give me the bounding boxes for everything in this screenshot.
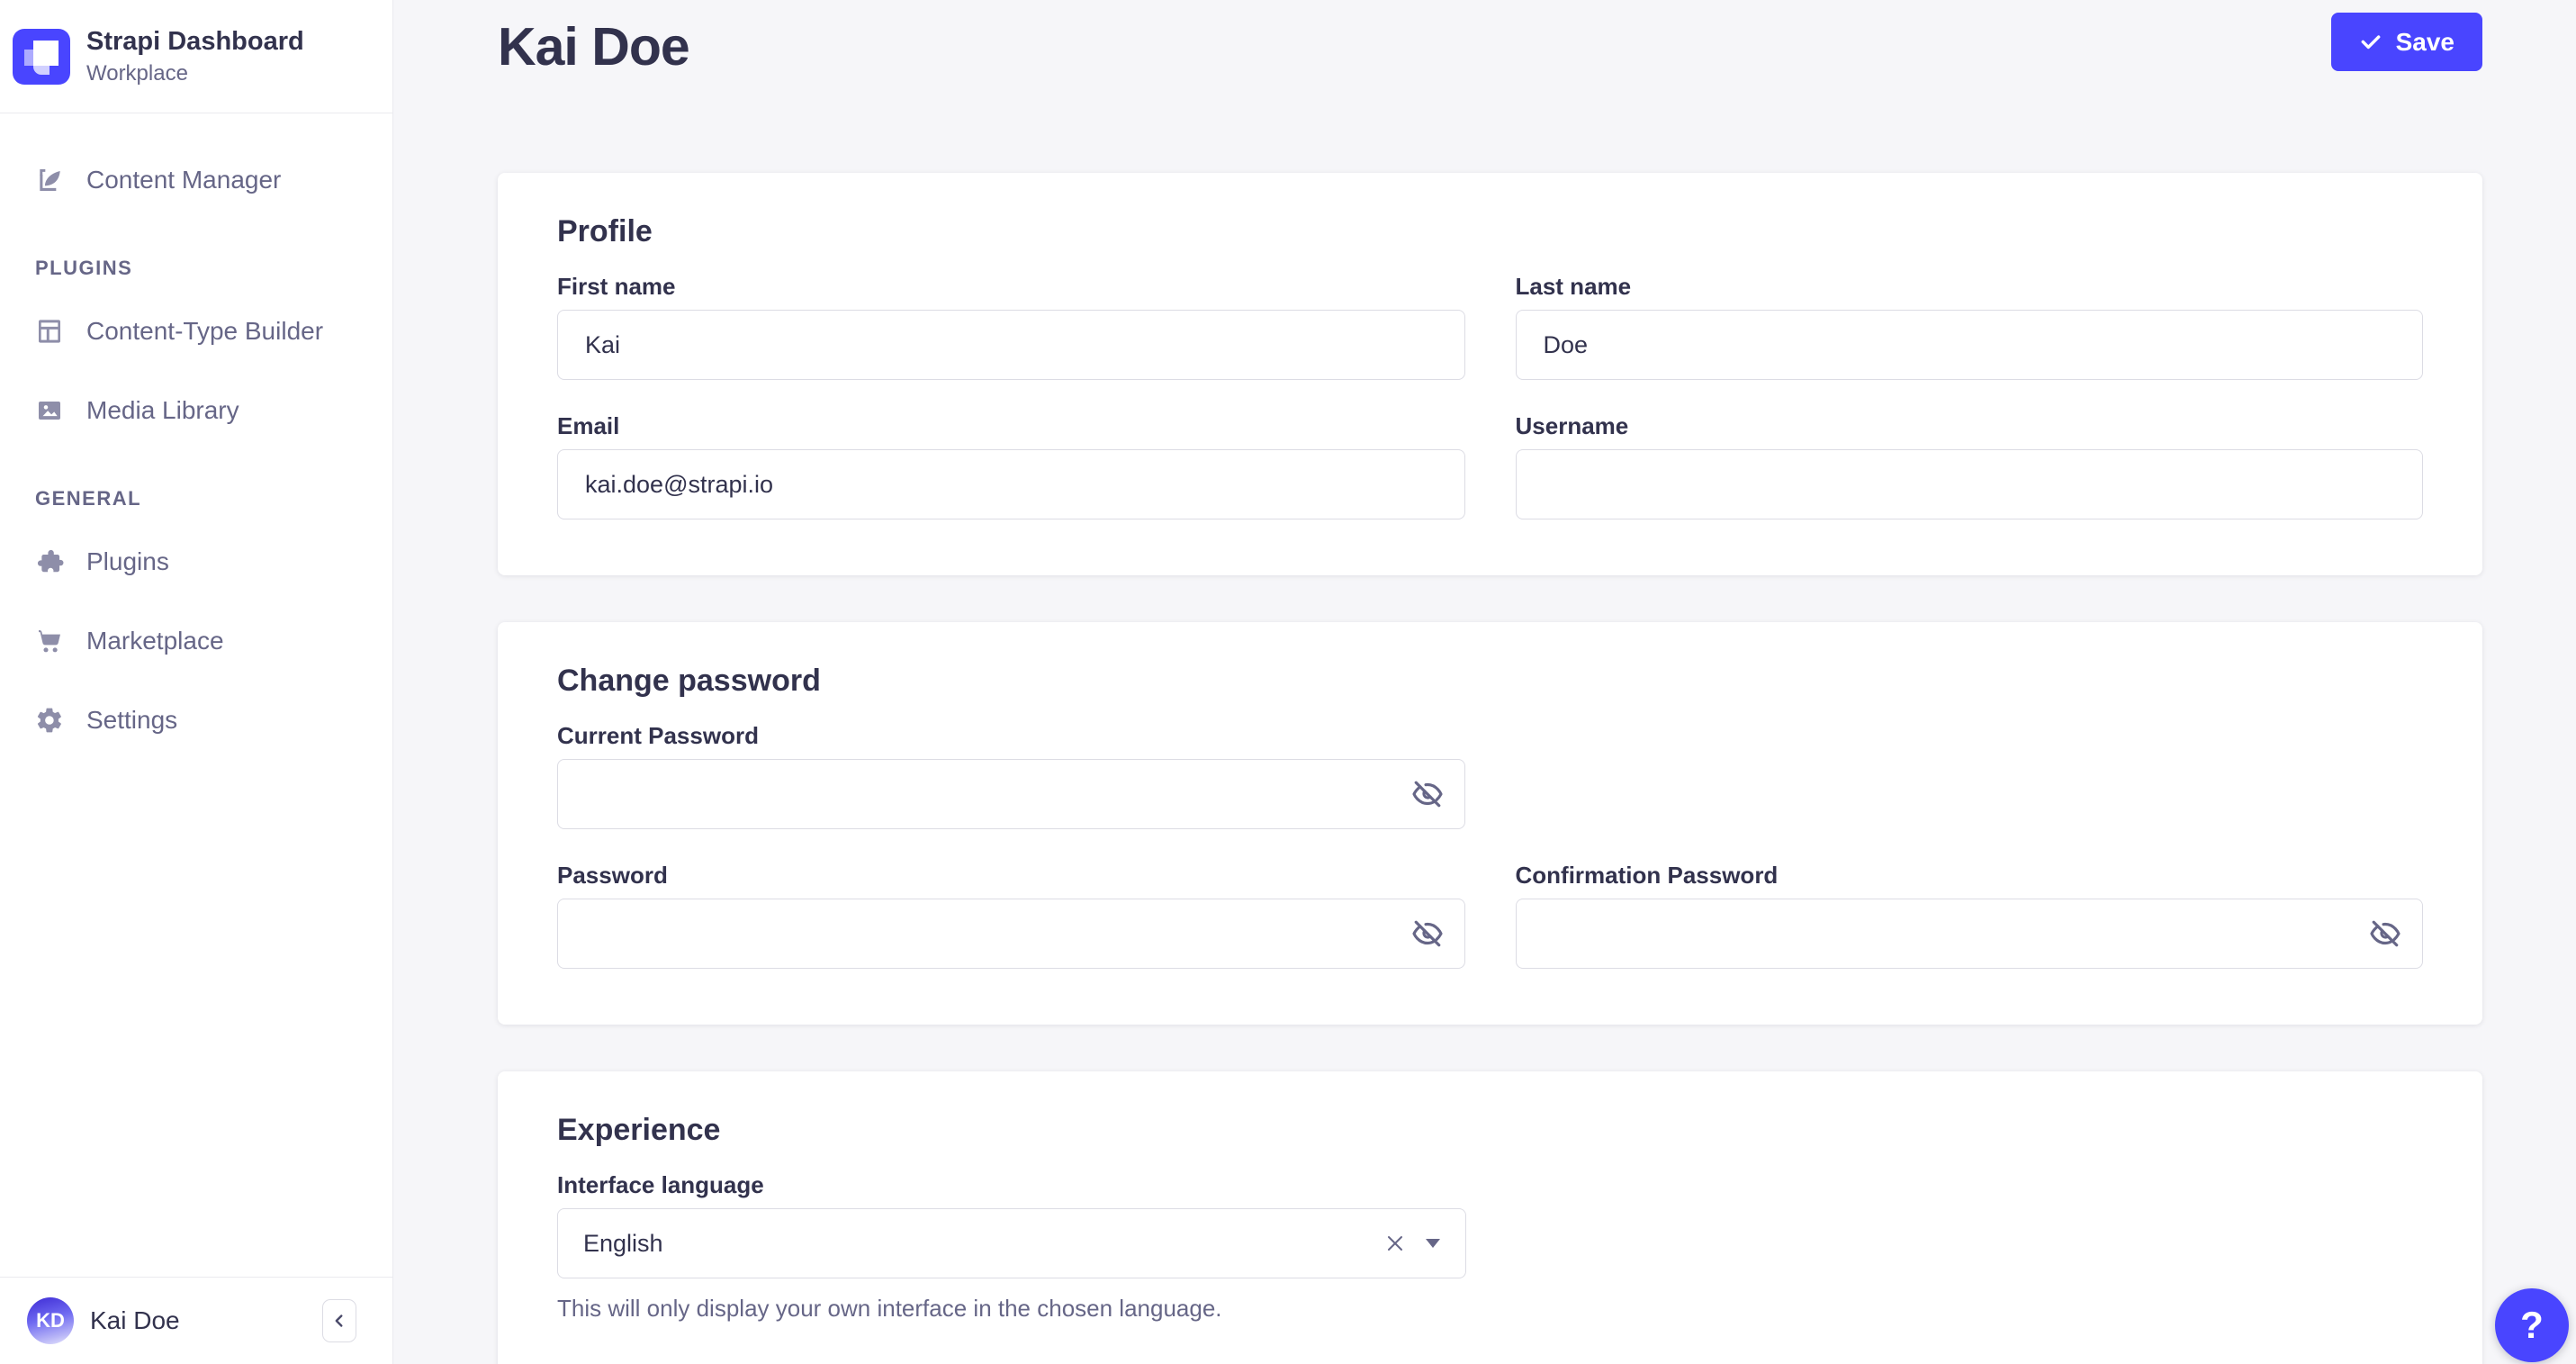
experience-card-title: Experience: [557, 1113, 2423, 1148]
profile-card: Profile First name Last name Email: [498, 173, 2482, 575]
experience-card: Experience Interface language English: [498, 1071, 2482, 1364]
new-password-label: Password: [557, 862, 1465, 890]
puzzle-icon: [35, 547, 64, 576]
chevron-left-icon: [329, 1311, 349, 1331]
first-name-label: First name: [557, 273, 1465, 301]
main-content: Kai Doe Save Profile First name: [393, 0, 2576, 1364]
username-input[interactable]: [1516, 449, 2424, 519]
interface-language-label: Interface language: [557, 1171, 1466, 1199]
sidebar-nav: Content Manager PLUGINS Content-Type Bui…: [0, 113, 392, 1277]
interface-language-helper: This will only display your own interfac…: [557, 1295, 1466, 1323]
layout-icon: [35, 317, 64, 346]
collapse-sidebar-button[interactable]: [322, 1299, 356, 1342]
page-header: Kai Doe Save: [498, 0, 2482, 77]
profile-card-title: Profile: [557, 214, 2423, 249]
save-button-label: Save: [2396, 28, 2454, 57]
sidebar-item-settings[interactable]: Settings: [0, 686, 392, 754]
interface-language-value: English: [583, 1230, 663, 1258]
email-label: Email: [557, 412, 1465, 440]
first-name-input[interactable]: [557, 310, 1465, 380]
interface-language-field: Interface language English This: [557, 1171, 1466, 1323]
sidebar-item-media-library[interactable]: Media Library: [0, 376, 392, 445]
last-name-label: Last name: [1516, 273, 2424, 301]
username-field: Username: [1516, 412, 2424, 519]
sidebar-item-plugins[interactable]: Plugins: [0, 528, 392, 596]
change-password-card-title: Change password: [557, 664, 2423, 699]
current-password-label: Current Password: [557, 722, 1465, 750]
sidebar-user-row: KD Kai Doe: [0, 1277, 392, 1364]
avatar[interactable]: KD: [27, 1297, 74, 1344]
new-password-input[interactable]: [557, 899, 1465, 969]
username-label: Username: [1516, 412, 2424, 440]
sidebar-item-content-type-builder[interactable]: Content-Type Builder: [0, 297, 392, 366]
last-name-field: Last name: [1516, 273, 2424, 380]
chevron-down-icon[interactable]: [1426, 1239, 1440, 1248]
edit-icon: [35, 166, 64, 194]
change-password-card: Change password Current Password: [498, 622, 2482, 1025]
clear-x-icon[interactable]: [1384, 1233, 1406, 1254]
strapi-logo-icon: [13, 29, 70, 85]
interface-language-select[interactable]: English: [557, 1208, 1466, 1278]
email-input[interactable]: [557, 449, 1465, 519]
confirm-password-input[interactable]: [1516, 899, 2424, 969]
sidebar-item-marketplace[interactable]: Marketplace: [0, 607, 392, 675]
sidebar-item-label: Content-Type Builder: [86, 317, 323, 346]
current-password-field: Current Password: [557, 722, 1465, 829]
eye-off-icon: [2369, 917, 2401, 950]
cart-icon: [35, 627, 64, 655]
toggle-password-visibility-button[interactable]: [2367, 916, 2403, 952]
brand[interactable]: Strapi Dashboard Workplace: [0, 0, 392, 113]
new-password-field: Password: [557, 862, 1465, 969]
sidebar-section-plugins: PLUGINS: [0, 250, 392, 286]
help-button[interactable]: ?: [2495, 1288, 2569, 1362]
eye-off-icon: [1411, 778, 1444, 810]
page-title: Kai Doe: [498, 16, 689, 77]
user-name: Kai Doe: [90, 1306, 180, 1335]
confirm-password-label: Confirmation Password: [1516, 862, 2424, 890]
first-name-field: First name: [557, 273, 1465, 380]
check-icon: [2359, 31, 2382, 54]
sidebar-item-label: Settings: [86, 706, 177, 735]
brand-title: Strapi Dashboard: [86, 26, 304, 58]
sidebar: Strapi Dashboard Workplace Content Manag…: [0, 0, 393, 1364]
toggle-password-visibility-button[interactable]: [1410, 916, 1446, 952]
sidebar-item-content-manager[interactable]: Content Manager: [0, 146, 392, 214]
brand-subtitle: Workplace: [86, 61, 304, 86]
confirm-password-field: Confirmation Password: [1516, 862, 2424, 969]
help-button-label: ?: [2520, 1304, 2544, 1347]
sidebar-item-label: Content Manager: [86, 166, 281, 194]
eye-off-icon: [1411, 917, 1444, 950]
picture-icon: [35, 396, 64, 425]
last-name-input[interactable]: [1516, 310, 2424, 380]
sidebar-section-general: GENERAL: [0, 481, 392, 517]
sidebar-item-label: Plugins: [86, 547, 169, 576]
sidebar-item-label: Media Library: [86, 396, 239, 425]
toggle-password-visibility-button[interactable]: [1410, 776, 1446, 812]
save-button[interactable]: Save: [2331, 13, 2482, 71]
sidebar-item-label: Marketplace: [86, 627, 224, 655]
email-field: Email: [557, 412, 1465, 519]
gear-icon: [35, 706, 64, 735]
current-password-input[interactable]: [557, 759, 1465, 829]
